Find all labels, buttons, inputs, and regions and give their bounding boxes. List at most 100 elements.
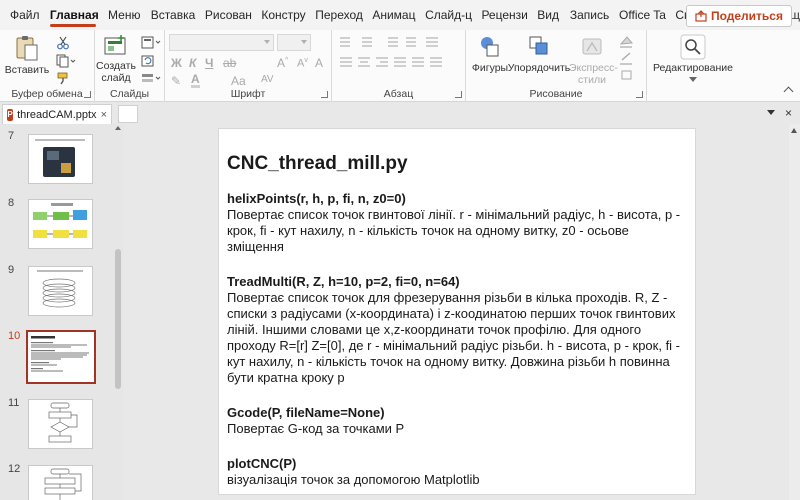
tab-slideshow[interactable]: Слайд-ц — [419, 0, 475, 30]
collapse-ribbon-icon[interactable] — [783, 86, 794, 97]
tab-view[interactable]: Вид — [531, 0, 564, 30]
cut-icon[interactable] — [56, 36, 70, 50]
tab-office-tab[interactable]: Office Ta — [613, 0, 669, 30]
tab-file[interactable]: Файл — [0, 0, 44, 30]
editing-button[interactable]: Редактирование — [651, 34, 735, 82]
arrange-button[interactable]: Упорядочить — [507, 34, 571, 74]
font-size-select[interactable] — [277, 34, 311, 51]
tab-list-dropdown-icon[interactable] — [766, 110, 775, 115]
drawing-launcher[interactable] — [636, 91, 643, 98]
tab-home[interactable]: Главная — [44, 0, 102, 30]
new-slide-icon — [104, 35, 126, 55]
function-signature: TreadMulti(R, Z, h=10, p=2, fi=0, n=64) — [227, 274, 460, 289]
copy-icon[interactable] — [56, 54, 76, 68]
flowchart-thumbnail — [44, 468, 82, 500]
document-tab-name: threadCAM.pptx — [17, 108, 97, 121]
current-slide[interactable]: CNC_thread_mill.py helixPoints(r, h, p, … — [219, 129, 695, 494]
tab-insert[interactable]: Вставка — [145, 0, 199, 30]
board-photo-thumbnail — [35, 139, 85, 177]
strikethrough-icon[interactable]: ab — [223, 56, 236, 70]
italic-icon[interactable]: К — [189, 56, 196, 70]
underline-icon[interactable]: Ч — [205, 56, 213, 70]
function-description: візуалізація точок за допомогою Matplotl… — [227, 472, 480, 487]
clipboard-launcher[interactable] — [84, 91, 91, 98]
shape-fill-outline-icon[interactable] — [618, 34, 640, 84]
section-icon[interactable] — [141, 72, 161, 86]
quick-styles-label: Экспресс-стили — [569, 62, 618, 86]
grow-font-icon[interactable]: A^ — [277, 56, 288, 70]
function-signature: Gcode(P, fileName=None) — [227, 405, 385, 420]
char-spacing-icon[interactable]: AV — [261, 74, 274, 85]
editing-label: Редактирование — [653, 62, 733, 74]
arrange-label: Упорядочить — [507, 62, 571, 74]
scroll-up-icon[interactable] — [115, 126, 121, 130]
slide-content[interactable]: CNC_thread_mill.py helixPoints(r, h, p, … — [227, 153, 689, 488]
quick-styles-button[interactable]: Экспресс-стили — [568, 34, 618, 86]
share-label: Поделиться — [710, 9, 783, 23]
slide-editor: CNC_thread_mill.py helixPoints(r, h, p, … — [123, 124, 800, 500]
font-group-label: Шрифт — [230, 88, 266, 100]
new-slide-button[interactable]: Создать слайд — [95, 34, 137, 84]
paragraph-tools-icon[interactable] — [338, 36, 460, 88]
format-painter-icon[interactable] — [56, 72, 70, 86]
tab-animations[interactable]: Анимац — [366, 0, 419, 30]
function-description: Повертає список точок для фрезерування р… — [227, 290, 681, 385]
share-button[interactable]: Поделиться — [685, 5, 792, 27]
tab-transitions[interactable]: Переход — [309, 0, 366, 30]
arrange-icon — [529, 36, 548, 55]
editor-scrollbar[interactable] — [789, 124, 800, 500]
tab-menu[interactable]: Меню — [102, 0, 145, 30]
chevron-down-icon — [264, 40, 270, 44]
shrink-font-icon[interactable]: Av — [297, 57, 308, 70]
close-tab-button[interactable]: × — [101, 109, 107, 121]
tab-record[interactable]: Запись — [564, 0, 613, 30]
slide-title[interactable]: CNC_thread_mill.py — [227, 153, 689, 175]
thumbnail-number: 10 — [8, 330, 21, 342]
shapes-label: Фигуры — [471, 62, 509, 74]
paragraph-group: Абзац — [332, 30, 466, 102]
font-launcher[interactable] — [321, 91, 328, 98]
quick-styles-icon — [582, 38, 602, 55]
slide-thumbnail-7[interactable] — [28, 134, 93, 184]
chevron-down-icon — [689, 77, 697, 82]
thumbnails-scrollbar[interactable] — [114, 124, 122, 500]
slide-thumbnail-10-selected[interactable] — [26, 330, 96, 384]
new-document-tab-button[interactable] — [118, 105, 138, 123]
paste-icon — [16, 36, 38, 61]
tab-draw[interactable]: Рисован — [199, 0, 255, 30]
tab-review[interactable]: Рецензи — [475, 0, 531, 30]
thumbnail-number: 9 — [8, 264, 15, 276]
font-color-icon[interactable]: A — [191, 73, 200, 88]
new-slide-label: Создать слайд — [96, 60, 136, 84]
scroll-up-icon[interactable] — [791, 128, 797, 133]
paste-button[interactable]: Вставить — [4, 34, 50, 76]
slide-thumbnail-8[interactable] — [28, 199, 93, 249]
function-signature: plotCNC(P) — [227, 456, 297, 471]
document-tab[interactable]: P threadCAM.pptx × — [2, 104, 112, 124]
clipboard-group-label: Буфер обмена — [11, 88, 83, 100]
slide-thumbnail-11[interactable] — [28, 399, 93, 449]
scrollbar-thumb[interactable] — [115, 249, 121, 389]
case-icon[interactable]: Aa — [231, 74, 246, 88]
font-group: Ж К Ч ab A^ Av A ✎ A Aa AV Шрифт — [165, 30, 332, 102]
drawing-group: Фигуры Упорядочить Экспресс-стили Рисова… — [466, 30, 647, 102]
reset-slide-icon[interactable] — [141, 54, 155, 68]
text-highlight-icon[interactable]: ✎ — [171, 74, 181, 88]
search-icon — [680, 34, 706, 60]
close-all-icon[interactable]: × — [785, 106, 792, 120]
paste-label: Вставить — [4, 64, 50, 76]
slide-thumbnail-12[interactable] — [28, 465, 93, 500]
thumbnail-number: 7 — [8, 130, 15, 142]
shapes-button[interactable]: Фигуры — [470, 34, 510, 74]
thumbnail-number: 8 — [8, 197, 15, 209]
shapes-icon — [481, 37, 499, 57]
ribbon-tab-strip: Файл Главная Меню Вставка Рисован Констр… — [0, 0, 800, 30]
font-family-select[interactable] — [169, 34, 274, 51]
chevron-down-icon — [301, 40, 307, 44]
layout-icon[interactable] — [141, 36, 161, 50]
paragraph-launcher[interactable] — [455, 91, 462, 98]
tab-design[interactable]: Констру — [255, 0, 309, 30]
clear-formatting-icon[interactable]: A — [315, 56, 323, 70]
slide-thumbnail-9[interactable] — [28, 266, 93, 316]
bold-icon[interactable]: Ж — [171, 56, 182, 70]
